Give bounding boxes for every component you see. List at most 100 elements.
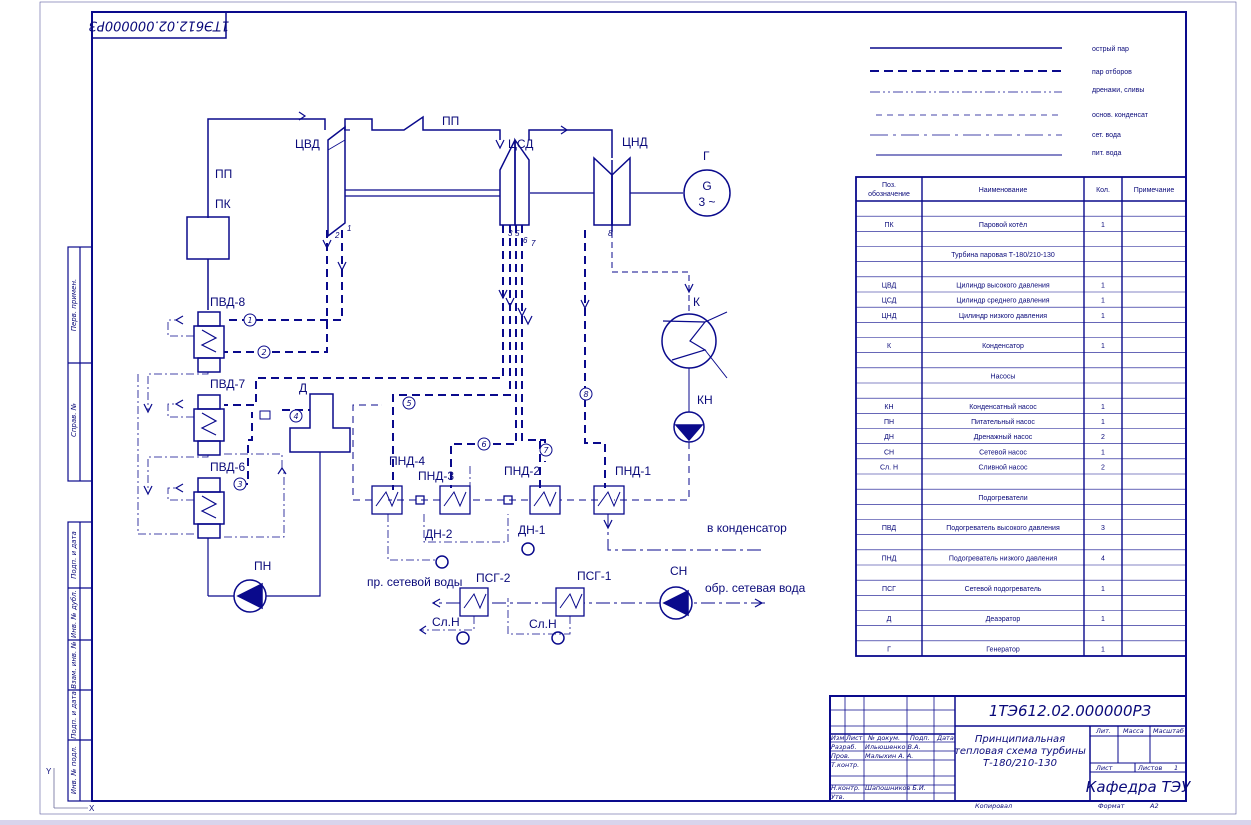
spec-cell-pos: ЦНД: [882, 313, 897, 320]
legend-label-4: основ. конденсат: [1092, 112, 1149, 119]
tb-name-1: Принципиальная: [975, 734, 1065, 745]
spec-cell-qty: 3: [1101, 525, 1105, 532]
label-csd: ЦСД: [508, 137, 533, 151]
spec-cell-name: Сетевой насос: [979, 448, 1027, 456]
turbine-cvd: [327, 125, 346, 238]
spec-cell-pos: Г: [887, 646, 891, 653]
spec-header-pos-1: Поз.: [882, 182, 896, 189]
spec-cell-pos: Д: [887, 616, 892, 623]
turbine-csd: [499, 139, 516, 226]
tb-masshtab: Масштаб: [1153, 727, 1184, 735]
cvd-numeral-1: 1: [347, 224, 351, 233]
label-dn2: ДН-2: [425, 527, 453, 541]
label-psg2: ПСГ-2: [476, 571, 511, 585]
spec-cell-pos: ПН: [884, 419, 894, 426]
tb-col-list: Лист: [845, 734, 863, 742]
tb-lit: Лит.: [1095, 727, 1111, 735]
tb-utv-label: Утв.: [831, 793, 845, 801]
spec-cell-name: Цилиндр низкого давления: [959, 313, 1047, 320]
spec-cell-pos: ПК: [884, 222, 894, 229]
extraction-4: 4: [293, 412, 298, 421]
spec-cell-qty: 1: [1101, 616, 1105, 623]
extraction-1: 1: [247, 316, 252, 325]
spec-cell-qty: 1: [1101, 313, 1105, 320]
spec-cell-pos: Сл. Н: [880, 464, 898, 471]
spec-header-name: Наименование: [979, 187, 1028, 194]
spec-header-pos-2: обозначение: [868, 190, 910, 198]
tb-col-doc: № докум.: [867, 734, 900, 742]
spec-cell-qty: 1: [1101, 449, 1105, 456]
extraction-3: 3: [237, 480, 242, 489]
tb-razrab-label: Разраб.: [831, 743, 857, 751]
spec-cell-name: Турбина паровая Т-180/210-130: [951, 251, 1055, 259]
label-pp-top: ПП: [442, 114, 459, 128]
spec-header-qty: Кол.: [1096, 187, 1110, 194]
legend-label-3: дренажи, сливы: [1092, 87, 1144, 94]
spec-cell-pos: ПСГ: [882, 586, 896, 593]
csd-numeral-7: 7: [531, 239, 536, 248]
side-label-6: Подп. и дата: [70, 691, 78, 739]
label-pr-water: пр. сетевой воды: [367, 575, 462, 589]
spec-cell-name: Подогреватели: [978, 495, 1027, 502]
rotated-doc-code-box: 1ТЭ612.02.000000РЗ: [89, 11, 229, 39]
spec-cell-qty: 2: [1101, 434, 1105, 441]
spec-cell-pos: ЦВД: [882, 282, 897, 289]
tb-name-3: Т-180/210-130: [983, 758, 1057, 769]
label-gen-phase: 3 ~: [698, 195, 715, 209]
spec-cell-qty: 1: [1101, 646, 1105, 653]
tb-col-izm: Изм: [831, 734, 844, 742]
extraction-5: 5: [406, 399, 411, 408]
pump-sln-2: [456, 631, 470, 645]
pump-dn2: [435, 555, 449, 569]
label-sln-2: Сл.Н: [432, 615, 460, 629]
tb-sheets: Листов: [1137, 764, 1162, 772]
tb-tkontr-label: Т.контр.: [831, 761, 859, 769]
label-pk: ПК: [215, 197, 231, 211]
axis-y-label: Y: [46, 767, 52, 776]
legend: [870, 47, 1062, 156]
cnd-numeral-8: 8: [608, 229, 613, 238]
tb-col-data: Дата: [936, 734, 954, 742]
side-label-5: Взам. инв. №: [70, 641, 78, 689]
spec-cell-name: Конденсатный насос: [969, 403, 1037, 411]
side-label-4: Инв. № дубл.: [70, 590, 78, 638]
tb-prov-name: Малыхин А. А.: [865, 752, 913, 760]
axis-x-label: X: [89, 804, 95, 813]
spec-cell-name: Сетевой подогреватель: [965, 585, 1042, 593]
spec-cell-name: Питательный насос: [971, 418, 1035, 426]
tb-nkontr-label: Н.контр.: [831, 784, 860, 792]
side-strip-labels: Перв. примен. Справ. № Подп. и дата Инв.…: [70, 279, 78, 794]
csd-numeral-6: 6: [523, 236, 528, 245]
label-pnd1: ПНД-1: [615, 464, 651, 478]
tb-format-value: А2: [1149, 802, 1159, 810]
spec-cell-qty: 1: [1101, 343, 1105, 350]
side-label-2: Справ. №: [70, 403, 78, 437]
spec-cell-qty: 4: [1101, 555, 1105, 562]
spec-cell-name: Дренажный насос: [974, 433, 1033, 441]
label-pvd8: ПВД-8: [210, 295, 245, 309]
tb-name-2: тепловая схема турбины: [954, 745, 1086, 757]
spec-cell-qty: 1: [1101, 419, 1105, 426]
tb-code: 1ТЭ612.02.000000РЗ: [989, 702, 1152, 720]
legend-label-5: сет. вода: [1092, 132, 1121, 139]
label-cnd: ЦНД: [622, 135, 648, 149]
tb-prov-label: Пров.: [831, 752, 850, 760]
label-k: К: [693, 295, 700, 309]
psg-heaters: [459, 587, 585, 617]
spec-cell-name: Генератор: [986, 646, 1020, 653]
label-kn: КН: [697, 393, 713, 407]
tb-razrab-name: Ильюшенко В.А.: [865, 743, 921, 751]
side-label-7: Инв. № подл.: [70, 746, 78, 794]
turbine-cnd: [593, 156, 613, 226]
spec-cell-pos: СН: [884, 449, 894, 456]
boiler-pk: [186, 216, 230, 260]
spec-cell-name: Цилиндр среднего давления: [956, 298, 1049, 305]
side-label-3: Подп. и дата: [70, 531, 78, 579]
legend-labels: острый пар пар отборов дренажи, сливы ос…: [1092, 45, 1149, 157]
spec-header-note: Примечание: [1134, 187, 1175, 194]
legend-label-6: пит. вода: [1092, 150, 1121, 157]
spec-cell-pos: ПВД: [882, 525, 897, 532]
spec-cell-name: Паровой котёл: [979, 221, 1027, 229]
label-to-condenser: в конденсатор: [707, 521, 787, 535]
spec-cell-pos: ЦСД: [882, 298, 897, 305]
